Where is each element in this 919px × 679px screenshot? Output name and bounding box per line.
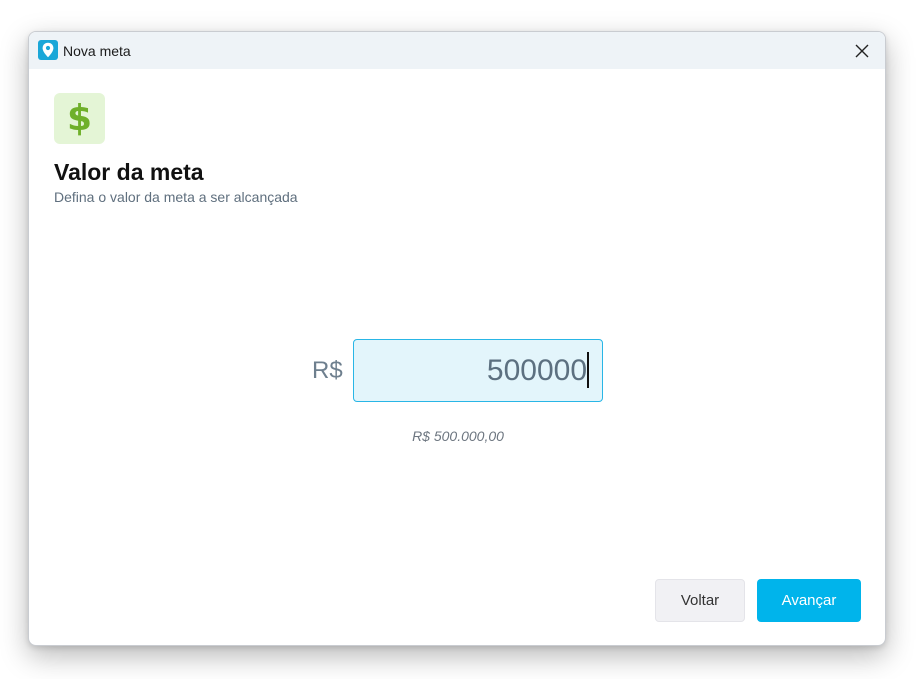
formatted-amount: R$ 500.000,00 (412, 428, 504, 444)
dollar-sign-glyph: $ (66, 97, 93, 139)
goal-amount-input[interactable] (353, 339, 603, 402)
currency-label: R$ (312, 357, 343, 384)
map-pin-icon-svg (42, 42, 54, 58)
back-button[interactable]: Voltar (655, 579, 745, 622)
window-title: Nova meta (63, 43, 131, 59)
map-pin-icon (38, 40, 58, 60)
close-icon (855, 44, 869, 57)
next-button[interactable]: Avançar (757, 579, 861, 622)
page-title: Valor da meta (54, 159, 204, 185)
desktop: Nova meta $ Valor da meta Defina o valor… (0, 0, 919, 679)
close-button[interactable] (839, 32, 885, 69)
page-subtitle: Defina o valor da meta a ser alcançada (54, 189, 298, 205)
dollar-sign-icon: $ (54, 93, 105, 144)
dialog-window: Nova meta $ Valor da meta Defina o valor… (28, 31, 886, 646)
title-bar: Nova meta (29, 32, 885, 69)
text-caret (587, 352, 589, 388)
